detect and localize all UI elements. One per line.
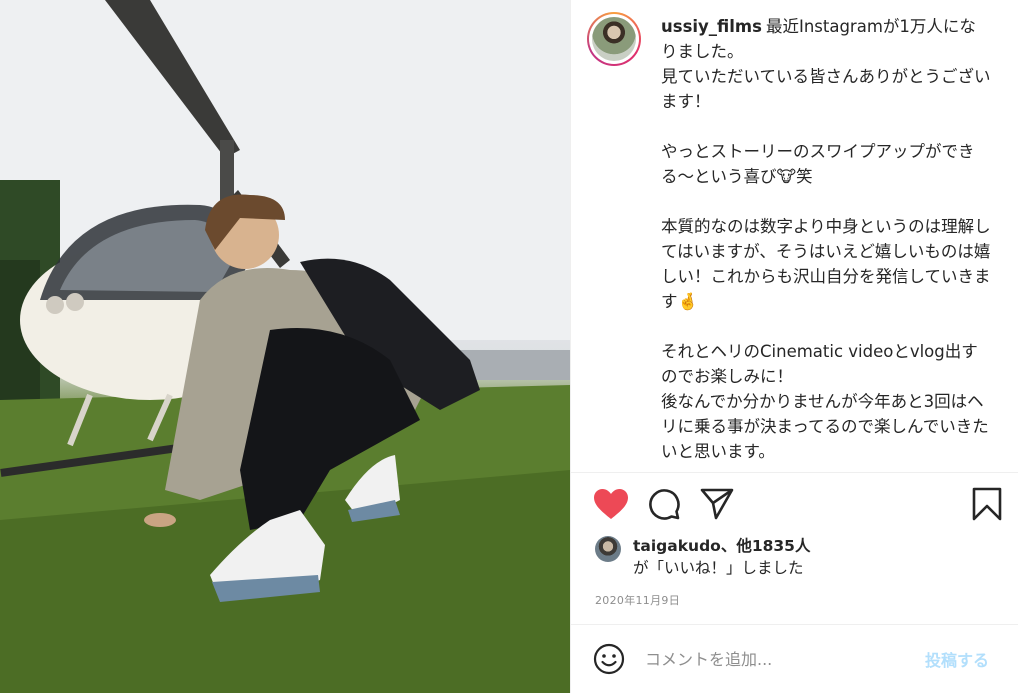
liker-avatar[interactable] xyxy=(595,536,621,562)
likes-line: taigakudo、他1835人 xyxy=(633,535,810,557)
heart-icon xyxy=(594,489,628,519)
paper-plane-icon xyxy=(700,488,734,520)
caption-area: ussiy_films 最近Instagramが1万人になりました。 見ていただい… xyxy=(571,0,1018,470)
action-bar xyxy=(571,484,1018,528)
post-date[interactable]: 2020年11月9日 xyxy=(595,592,680,608)
avatar-image xyxy=(592,17,636,61)
author-avatar[interactable] xyxy=(587,12,641,66)
caption-body: 最近Instagramが1万人になりました。 見ていただいている皆さんありがとう… xyxy=(661,17,991,461)
divider xyxy=(571,472,1018,473)
comment-bar: 投稿する xyxy=(571,625,1018,693)
post-comment-button[interactable]: 投稿する xyxy=(925,647,989,671)
save-button[interactable] xyxy=(967,484,1007,524)
post-photo[interactable] xyxy=(0,0,570,693)
helicopter-photo-illustration xyxy=(0,0,570,693)
likes-summary: taigakudo、他1835人 が「いいね！」しました xyxy=(595,532,995,582)
liker-username[interactable]: taigakudo xyxy=(633,537,721,555)
smiley-icon xyxy=(593,643,625,675)
like-button[interactable] xyxy=(591,484,631,524)
comment-input[interactable] xyxy=(645,645,905,673)
caption-text: ussiy_films 最近Instagramが1万人になりました。 見ていただい… xyxy=(661,14,991,464)
bookmark-icon xyxy=(972,487,1002,521)
likes-suffix: が「いいね！」しました xyxy=(633,559,804,577)
post-side-panel: ussiy_films 最近Instagramが1万人になりました。 見ていただい… xyxy=(570,0,1018,693)
comment-icon xyxy=(649,489,680,520)
likes-count[interactable]: 、他1835人 xyxy=(721,537,811,555)
share-button[interactable] xyxy=(697,484,737,524)
author-username[interactable]: ussiy_films xyxy=(661,17,762,36)
comment-button[interactable] xyxy=(644,484,684,524)
instagram-post: ussiy_films 最近Instagramが1万人になりました。 見ていただい… xyxy=(0,0,1018,693)
emoji-button[interactable] xyxy=(593,643,625,675)
